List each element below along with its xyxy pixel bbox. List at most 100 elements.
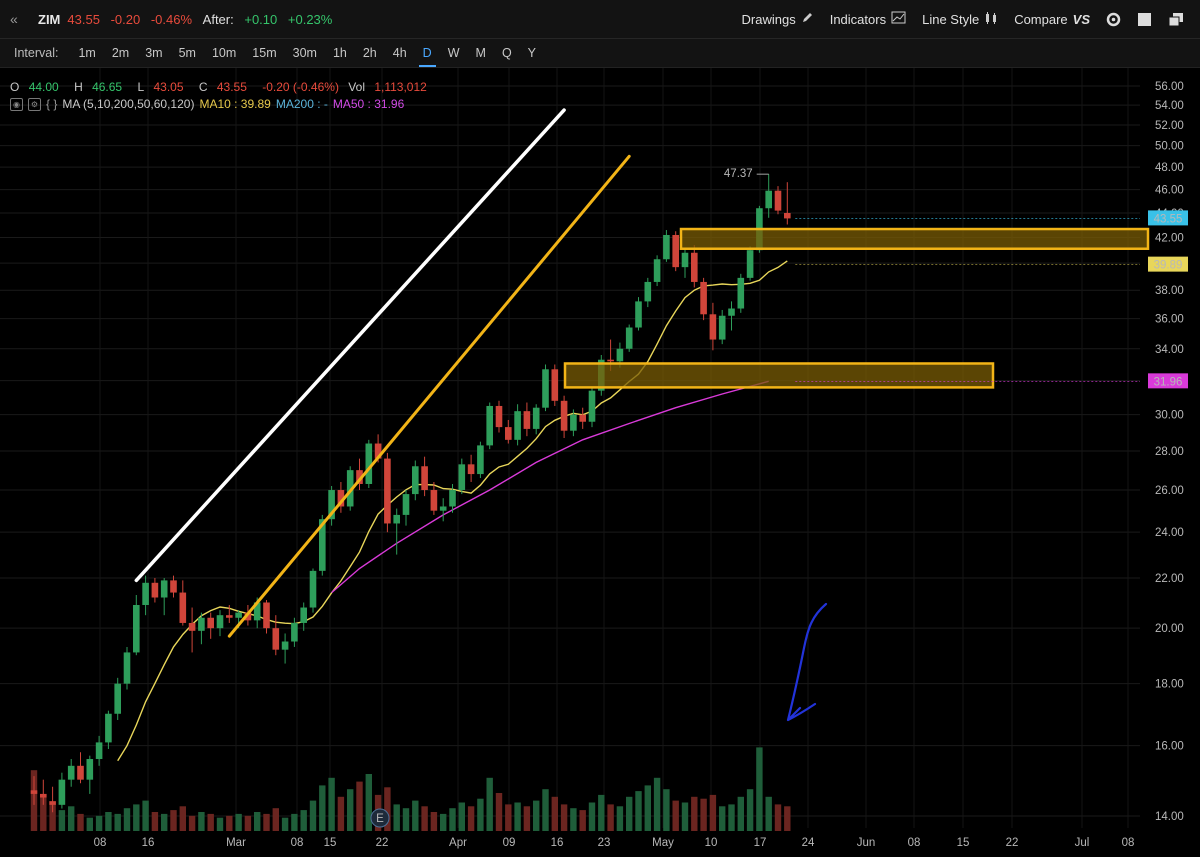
volume-bar [142, 800, 149, 831]
candle-body [105, 713, 112, 743]
candle-body [384, 458, 391, 524]
candle-body [142, 582, 149, 606]
last-price-tag: 43.55 [1154, 213, 1183, 225]
volume-bar [514, 802, 521, 831]
candle-body [133, 605, 140, 653]
interval-q[interactable]: Q [494, 39, 520, 67]
interval-15m[interactable]: 15m [244, 39, 284, 67]
indicators-button[interactable]: Indicators [830, 11, 906, 27]
ma-legend: ◉ ⚙ { } MA (5,10,200,50,60,120) MA10 : 3… [10, 97, 409, 111]
layout-square-icon[interactable] [1137, 12, 1152, 27]
volume-bar [133, 804, 140, 831]
date-tick-label: 08 [1122, 837, 1135, 849]
candle-body [123, 652, 131, 684]
high-marker-label: 47.37 [724, 168, 753, 180]
volume-bar [58, 810, 66, 831]
date-tick-label: 22 [1006, 837, 1019, 849]
candle-body [272, 628, 280, 650]
price-change: -0.20 [110, 11, 141, 27]
price-chart[interactable]: E 47.37 56.00 54.00 52.00 50.00 48.00 46.00 44… [0, 68, 1200, 857]
open-value: 44.00 [28, 80, 59, 94]
interval-1h[interactable]: 1h [325, 39, 355, 67]
pencil-icon [801, 11, 814, 27]
ohlc-legend: O 44.00 H 46.65 L 43.05 C 43.55 -0.20 (-… [10, 80, 439, 94]
candle-body [625, 327, 633, 349]
price-tick-label: 24.00 [1155, 527, 1184, 539]
interval-y[interactable]: Y [520, 39, 544, 67]
volume-bar [467, 806, 475, 831]
volume-bar [784, 806, 791, 831]
price-tick-label: 38.00 [1155, 285, 1184, 297]
settings-gear-icon[interactable] [1106, 12, 1121, 27]
candle-body [495, 405, 503, 428]
close-value: 43.55 [216, 80, 247, 94]
ma50-price-tag: 31.96 [1154, 376, 1183, 388]
candle-body [635, 301, 642, 328]
volume-bar [691, 796, 698, 831]
volume-bar [635, 791, 642, 831]
volume-bar [123, 808, 131, 831]
volume-bar [161, 813, 168, 831]
interval-w[interactable]: W [440, 39, 468, 67]
candle-body [291, 622, 298, 642]
candle-body [718, 315, 726, 340]
candle-body [402, 494, 410, 515]
interval-5m[interactable]: 5m [171, 39, 204, 67]
symbol-label[interactable]: ZIM [38, 12, 60, 27]
interval-d[interactable]: D [415, 39, 440, 67]
candle-body [784, 212, 791, 219]
candle-body [86, 759, 94, 780]
volume-bar [560, 804, 568, 831]
candle-body [40, 793, 47, 798]
price-tick-label: 56.00 [1155, 81, 1184, 93]
volume-bar [588, 802, 596, 831]
ma-name: MA (5,10,200,50,60,120) [62, 97, 195, 111]
drawings-button[interactable]: Drawings [742, 11, 814, 27]
braces-icon[interactable]: { } [46, 97, 57, 111]
price-tick-label: 54.00 [1155, 100, 1184, 112]
candle-body [588, 390, 596, 422]
double-chevron-left-icon[interactable]: « [10, 11, 28, 27]
interval-3m[interactable]: 3m [137, 39, 170, 67]
interval-2m[interactable]: 2m [104, 39, 137, 67]
indicators-label: Indicators [829, 11, 887, 27]
volume-bar [449, 808, 456, 831]
interval-10m[interactable]: 10m [204, 39, 244, 67]
volume-bar [774, 804, 782, 831]
volume-bar [719, 806, 726, 831]
candle-body [281, 641, 289, 650]
indicator-chart-icon [891, 11, 906, 27]
after-hours-label: After: [202, 11, 234, 27]
volume-bar [244, 815, 252, 831]
interval-bar: Interval: 1m 2m 3m 5m 10m 15m 30m 1h 2h … [0, 39, 1200, 68]
eye-icon[interactable]: ◉ [10, 97, 23, 111]
interval-2h[interactable]: 2h [355, 39, 385, 67]
date-tick-label: 15 [324, 837, 337, 849]
line-style-button[interactable]: Line Style [922, 11, 998, 28]
interval-1m[interactable]: 1m [70, 39, 103, 67]
candle-body [77, 765, 84, 780]
settings-gear-icon[interactable]: ⚙ [28, 97, 41, 111]
date-tick-label: Jun [857, 837, 876, 849]
interval-4h[interactable]: 4h [385, 39, 415, 67]
date-tick-label: 08 [94, 837, 107, 849]
volume-bar [356, 781, 363, 831]
candle-body [467, 464, 475, 475]
after-hours-pct: +0.23% [287, 11, 333, 27]
compare-button[interactable]: Compare VS [1014, 12, 1090, 27]
volume-bar [477, 798, 484, 831]
volume-bar [505, 804, 512, 831]
quote-summary: 43.55 -0.20 -0.46% After: +0.10 +0.23% [60, 12, 332, 27]
price-tick-label: 18.00 [1155, 679, 1184, 691]
candle-body [30, 790, 38, 794]
volume-bar [765, 796, 772, 831]
copy-windows-icon[interactable] [1168, 12, 1184, 27]
date-tick-label: 08 [291, 837, 304, 849]
interval-30m[interactable]: 30m [285, 39, 325, 67]
interval-m[interactable]: M [468, 39, 494, 67]
volume-bar [663, 789, 670, 831]
price-tick-label: 20.00 [1155, 623, 1184, 635]
volume-bar [77, 813, 84, 831]
volume-bar [263, 813, 270, 831]
candle-body [67, 765, 75, 780]
